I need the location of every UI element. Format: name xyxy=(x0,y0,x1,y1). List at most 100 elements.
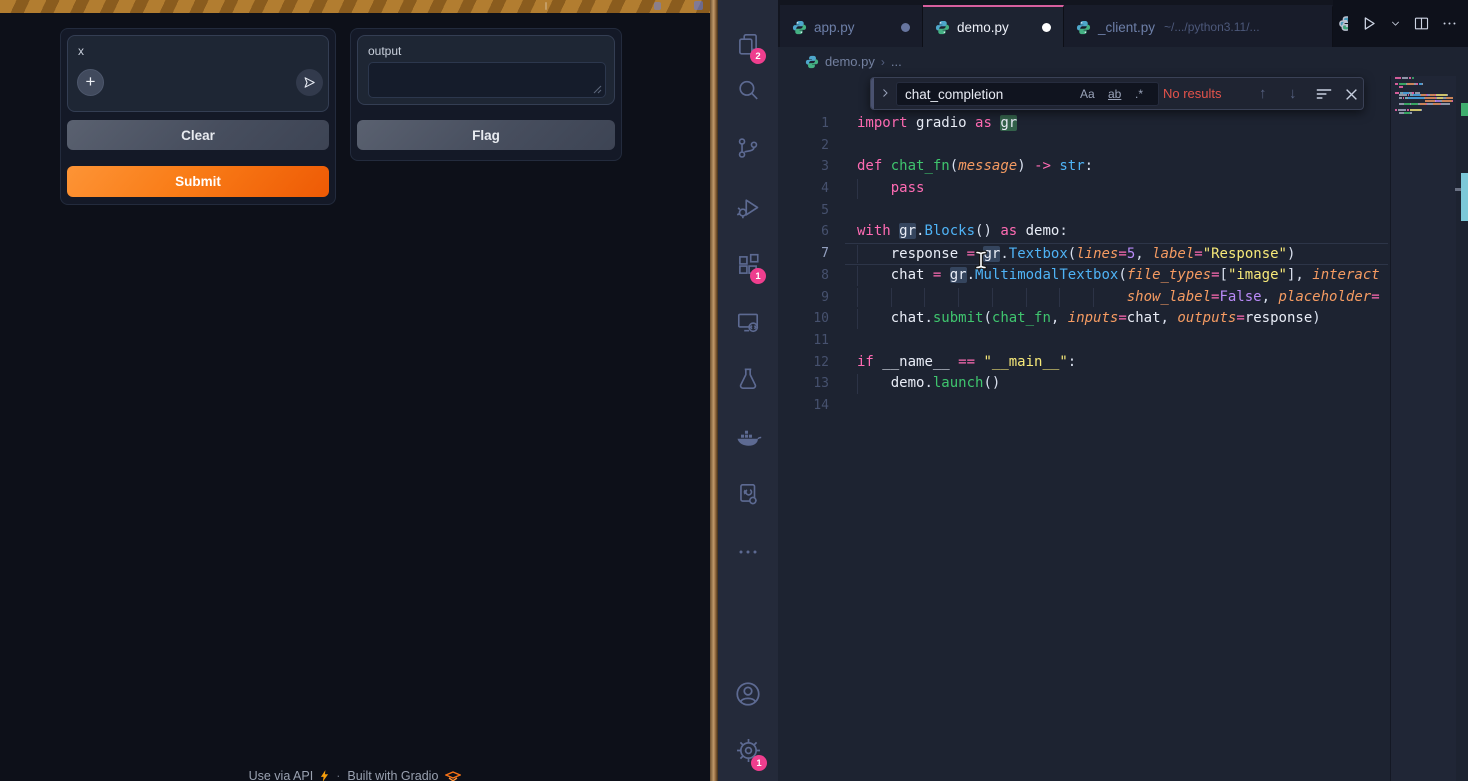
code-token: : xyxy=(1068,354,1076,370)
sidebar-item-docker[interactable] xyxy=(718,413,778,461)
line-number: 8 xyxy=(778,265,845,287)
code-token: gradio xyxy=(916,115,967,131)
output-textarea[interactable] xyxy=(368,62,606,98)
code-token: placeholder xyxy=(1278,289,1371,305)
account-button[interactable] xyxy=(718,670,778,718)
code-line[interactable] xyxy=(845,395,1388,417)
clear-button[interactable]: Clear xyxy=(67,120,329,150)
code-token: : xyxy=(1085,158,1093,174)
regex-toggle[interactable]: .* xyxy=(1135,83,1143,106)
find-query-text: chat_completion xyxy=(905,83,1003,106)
minimap-line xyxy=(1395,109,1453,111)
submit-button[interactable]: Submit xyxy=(67,166,329,197)
settings-button[interactable]: 1 xyxy=(718,726,778,774)
match-case-toggle[interactable]: Aa xyxy=(1080,83,1095,106)
code-token: , xyxy=(1051,310,1068,326)
code-token: if xyxy=(857,354,874,370)
python-icon xyxy=(805,55,819,69)
sidebar-item-testing[interactable] xyxy=(718,355,778,403)
minimap[interactable] xyxy=(1390,76,1456,781)
code-token: ], xyxy=(1287,267,1312,283)
code-editor[interactable]: 1234567891011121314 import gradio as grd… xyxy=(778,76,1468,781)
tab-demo-py[interactable]: demo.py xyxy=(923,5,1064,47)
sidebar-item-extensions[interactable]: 1 xyxy=(718,241,778,289)
sidebar-item-run-debug[interactable] xyxy=(718,183,778,231)
minimap-line xyxy=(1395,80,1453,82)
code-token: -> xyxy=(1034,158,1051,174)
minimap-line xyxy=(1395,77,1453,79)
activity-bar: 2 xyxy=(718,0,778,781)
breadcrumb-separator-icon: › xyxy=(881,55,885,69)
code-line[interactable]: response = gr.Textbox(lines=5, label="Re… xyxy=(845,243,1388,265)
modified-dot-icon[interactable] xyxy=(901,23,910,32)
attach-file-button[interactable]: + xyxy=(77,69,104,96)
previous-match-button[interactable]: ↑ xyxy=(1259,78,1267,109)
toggle-replace-chevron-icon[interactable] xyxy=(879,86,891,100)
code-line[interactable]: chat.submit(chat_fn, inputs=chat, output… xyxy=(845,308,1388,330)
code-line[interactable]: if __name__ == "__main__": xyxy=(845,352,1388,374)
code-line[interactable]: def chat_fn(message) -> str: xyxy=(845,156,1388,178)
breadcrumb[interactable]: demo.py › ... xyxy=(778,47,1468,76)
find-in-selection-button[interactable] xyxy=(1316,87,1332,101)
footer-separator: · xyxy=(336,769,340,781)
settings-badge: 1 xyxy=(751,755,767,771)
line-number: 14 xyxy=(778,395,845,417)
close-find-button[interactable] xyxy=(1345,88,1358,101)
code-line[interactable]: show_label=False, placeholder= xyxy=(845,287,1388,309)
window-divider[interactable] xyxy=(710,0,718,781)
whole-word-toggle[interactable]: ab xyxy=(1108,83,1121,106)
breadcrumb-more[interactable]: ... xyxy=(891,54,902,69)
multimodal-textbox[interactable]: x + xyxy=(67,35,329,112)
code-token: lines xyxy=(1076,246,1118,262)
code-line[interactable]: pass xyxy=(845,178,1388,200)
minimap-line xyxy=(1395,106,1453,108)
overflow-tab-python-icon[interactable] xyxy=(1339,16,1348,32)
code-line[interactable] xyxy=(845,330,1388,352)
code-token xyxy=(891,223,899,239)
next-match-button[interactable]: ↓ xyxy=(1289,78,1297,109)
sidebar-item-source-control[interactable] xyxy=(718,124,778,172)
find-results-status: No results xyxy=(1163,78,1222,109)
sidebar-item-explorer[interactable]: 2 xyxy=(718,20,778,68)
code-token: ( xyxy=(1068,246,1076,262)
sidebar-item-search[interactable] xyxy=(718,66,778,114)
code-token: show_label xyxy=(1127,289,1211,305)
code-line[interactable] xyxy=(845,135,1388,157)
code-line[interactable]: with gr.Blocks() as demo: xyxy=(845,221,1388,243)
modified-dot-icon[interactable] xyxy=(1042,23,1051,32)
minimap-line xyxy=(1395,83,1453,85)
run-python-file-button[interactable] xyxy=(1359,14,1378,33)
split-editor-button[interactable] xyxy=(1413,15,1430,32)
use-via-api-link[interactable]: Use via API xyxy=(249,769,314,781)
sidebar-item-more[interactable] xyxy=(718,528,778,576)
tab-client-py[interactable]: _client.py ~/.../python3.11/... xyxy=(1064,5,1333,47)
code-content[interactable]: import gradio as gr def chat_fn(message) … xyxy=(845,113,1388,417)
more-actions-button[interactable] xyxy=(1441,15,1458,32)
breadcrumb-file[interactable]: demo.py xyxy=(825,54,875,69)
sidebar-item-remote-explorer[interactable] xyxy=(718,298,778,346)
input-column-card: x + Clear Submit xyxy=(60,28,336,205)
topbar-mark xyxy=(545,2,547,10)
code-token: response xyxy=(1245,310,1312,326)
minimap-line xyxy=(1395,112,1453,114)
code-token: inputs xyxy=(1068,310,1119,326)
sidebar-item-file-settings[interactable] xyxy=(718,470,778,518)
code-line[interactable] xyxy=(845,200,1388,222)
tab-app-py[interactable]: app.py xyxy=(780,5,923,47)
code-line[interactable]: demo.launch() xyxy=(845,373,1388,395)
minimap-line xyxy=(1395,100,1453,102)
flag-button[interactable]: Flag xyxy=(357,120,615,150)
code-line[interactable]: import gradio as gr xyxy=(845,113,1388,135)
run-dropdown-chevron-icon[interactable] xyxy=(1389,17,1402,30)
indent-guide xyxy=(1093,288,1094,308)
find-input[interactable]: chat_completion Aa ab .* xyxy=(896,82,1159,106)
send-button[interactable] xyxy=(296,69,323,96)
account-icon xyxy=(734,680,762,708)
built-with-gradio-link[interactable]: Built with Gradio xyxy=(347,769,438,781)
editor-tab-bar: app.py demo.py xyxy=(718,0,1468,47)
code-token: chat_fn xyxy=(891,158,950,174)
indent-guide xyxy=(857,288,858,308)
code-line[interactable]: chat = gr.MultimodalTextbox(file_types=[… xyxy=(845,265,1388,287)
find-widget-sash[interactable] xyxy=(871,78,874,109)
resize-grip-icon[interactable] xyxy=(593,85,602,94)
